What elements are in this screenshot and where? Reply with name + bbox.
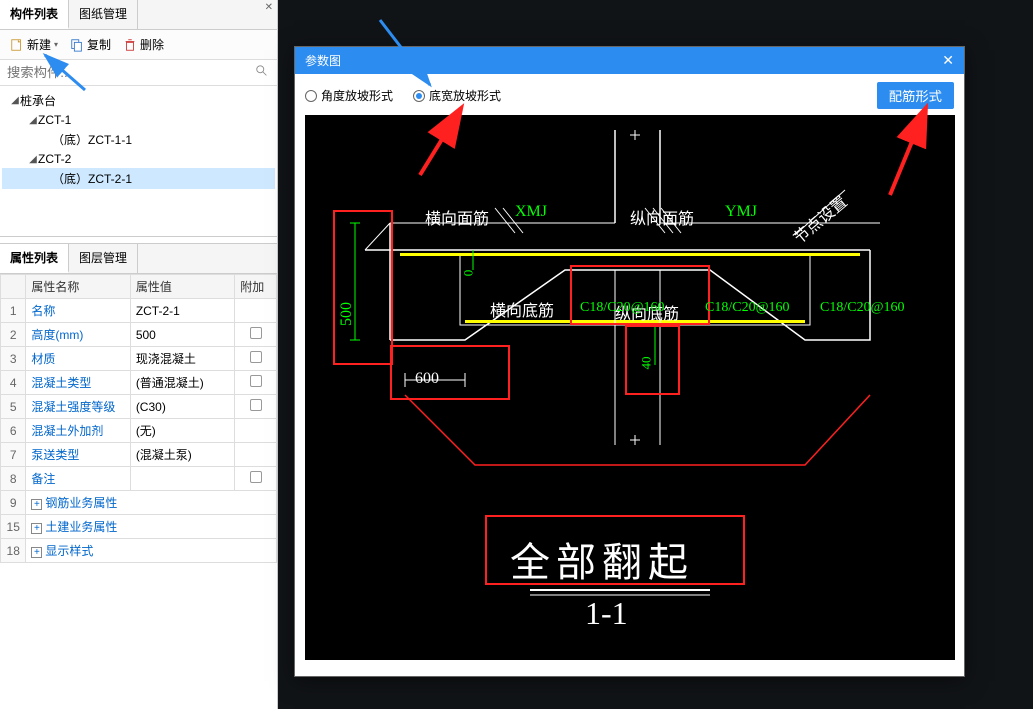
property-tabs: 属性列表 图层管理 [0, 243, 277, 274]
copy-label: 复制 [87, 36, 111, 53]
section-label: 1-1 [585, 595, 628, 632]
tree-zct1-label: ZCT-1 [38, 113, 71, 127]
property-section: 属性列表 图层管理 属性名称 属性值 附加 1名称ZCT-2-1 2高度(mm)… [0, 243, 277, 563]
dropdown-icon: ▾ [54, 40, 58, 49]
group-label: 钢筋业务属性 [45, 496, 117, 510]
tree-zct2-1[interactable]: （底）ZCT-2-1 [2, 168, 275, 189]
property-table: 属性名称 属性值 附加 1名称ZCT-2-1 2高度(mm)500 3材质现浇混… [0, 274, 277, 563]
tree-root-label: 桩承台 [20, 92, 56, 109]
tree-zct1-1[interactable]: （底）ZCT-1-1 [2, 129, 275, 150]
dim-600: 600 [415, 370, 439, 388]
table-row[interactable]: 5混凝土强度等级(C30) [1, 395, 277, 419]
label-ymj: YMJ [725, 203, 757, 221]
delete-label: 删除 [140, 36, 164, 53]
new-button[interactable]: 新建 ▾ [6, 34, 62, 55]
expand-icon[interactable]: + [31, 547, 42, 558]
tree-zct2-1-label: （底）ZCT-2-1 [52, 170, 132, 187]
left-panel: 构件列表 图纸管理 ✕ 新建 ▾ 复制 删除 [0, 0, 278, 709]
label-hx-mj: 横向面筋 [425, 205, 489, 229]
radio-angle-slope[interactable]: 角度放坡形式 [305, 87, 393, 104]
close-icon[interactable]: ✕ [942, 52, 954, 69]
radio-label: 底宽放坡形式 [429, 87, 501, 104]
tree-root[interactable]: ◢桩承台 [2, 90, 275, 111]
tree-zct2-label: ZCT-2 [38, 152, 71, 166]
table-row[interactable]: 15+土建业务属性 [1, 515, 277, 539]
label-rebar2: C18/C20@160 [705, 300, 789, 316]
dim-500: 500 [338, 302, 356, 326]
tree-zct1-1-label: （底）ZCT-1-1 [52, 131, 132, 148]
dialog-title: 参数图 [305, 52, 341, 69]
table-row[interactable]: 4混凝土类型(普通混凝土) [1, 371, 277, 395]
radio-bottom-width-slope[interactable]: 底宽放坡形式 [413, 87, 501, 104]
table-row[interactable]: 1名称ZCT-2-1 [1, 299, 277, 323]
drawing-canvas[interactable]: 横向面筋 XMJ 纵向面筋 YMJ 节点设置 横向底筋 纵向底筋 C18/C20… [305, 115, 955, 660]
dim-0: 0 [460, 270, 476, 277]
table-row[interactable]: 8备注 [1, 467, 277, 491]
component-toolbar: 新建 ▾ 复制 删除 [0, 30, 277, 60]
component-tabs: 构件列表 图纸管理 ✕ [0, 0, 277, 30]
component-list-section: 构件列表 图纸管理 ✕ 新建 ▾ 复制 删除 [0, 0, 277, 237]
delete-button[interactable]: 删除 [119, 34, 168, 55]
table-row[interactable]: 2高度(mm)500 [1, 323, 277, 347]
radio-row: 角度放坡形式 底宽放坡形式 配筋形式 [305, 82, 954, 109]
highlight-box [333, 210, 393, 365]
search-icon[interactable] [251, 64, 273, 81]
copy-button[interactable]: 复制 [66, 34, 115, 55]
param-dialog: 参数图 ✕ 角度放坡形式 底宽放坡形式 配筋形式 [294, 46, 965, 677]
table-row[interactable]: 18+显示样式 [1, 539, 277, 563]
copy-icon [70, 38, 84, 52]
new-label: 新建 [27, 36, 51, 53]
tree-zct1[interactable]: ◢ZCT-1 [2, 111, 275, 129]
dialog-titlebar[interactable]: 参数图 ✕ [295, 47, 964, 74]
expand-icon[interactable]: + [31, 499, 42, 510]
delete-icon [123, 38, 137, 52]
table-row[interactable]: 3材质现浇混凝土 [1, 347, 277, 371]
prop-header-name: 属性名称 [26, 275, 130, 299]
label-zx-mj: 纵向面筋 [630, 205, 694, 229]
tab-component-list[interactable]: 构件列表 [0, 0, 69, 29]
component-tree: ◢桩承台 ◢ZCT-1 （底）ZCT-1-1 ◢ZCT-2 （底）ZCT-2-1 [0, 86, 277, 236]
tab-property-list[interactable]: 属性列表 [0, 244, 69, 273]
tab-drawing-mgmt[interactable]: 图纸管理 [69, 0, 138, 29]
search-input[interactable] [4, 62, 251, 83]
label-hx-dj: 横向底筋 [490, 297, 554, 321]
radio-icon [305, 90, 317, 102]
tab-layer-mgmt[interactable]: 图层管理 [69, 244, 138, 273]
prop-header-idx [1, 275, 26, 299]
table-row[interactable]: 9+钢筋业务属性 [1, 491, 277, 515]
section-title-big: 全部翻起 [510, 530, 694, 588]
label-rebar1: C18/C20@160 [580, 300, 664, 316]
expand-icon[interactable]: + [31, 523, 42, 534]
table-row[interactable]: 7泵送类型(混凝土泵) [1, 443, 277, 467]
new-icon [10, 38, 24, 52]
close-panel-icon[interactable]: ✕ [265, 2, 273, 13]
search-row [0, 60, 277, 86]
highlight-box [390, 345, 510, 400]
tree-zct2[interactable]: ◢ZCT-2 [2, 150, 275, 168]
dialog-body: 角度放坡形式 底宽放坡形式 配筋形式 [295, 74, 964, 676]
group-label: 土建业务属性 [45, 520, 117, 534]
prop-header-val: 属性值 [130, 275, 234, 299]
radio-icon [413, 90, 425, 102]
prop-header-extra: 附加 [235, 275, 277, 299]
label-rebar3: C18/C20@160 [820, 300, 904, 316]
radio-label: 角度放坡形式 [321, 87, 393, 104]
rebar-form-button[interactable]: 配筋形式 [877, 82, 954, 109]
table-row[interactable]: 6混凝土外加剂(无) [1, 419, 277, 443]
label-xmj: XMJ [515, 203, 547, 221]
dim-40: 40 [639, 357, 655, 370]
group-label: 显示样式 [45, 544, 93, 558]
